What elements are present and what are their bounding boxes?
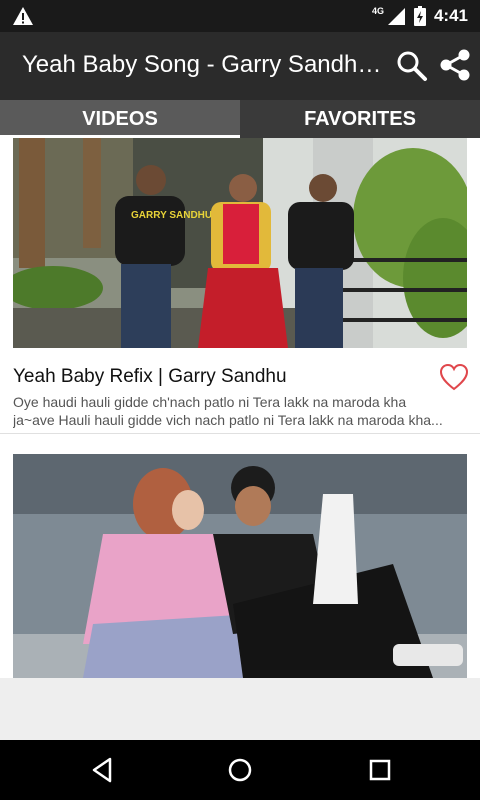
- video-list[interactable]: GARRY SANDHU Yeah Baby Refix | Garry San…: [0, 138, 480, 678]
- video-title[interactable]: Yeah Baby Refix | Garry Sandhu: [13, 366, 433, 388]
- video-card[interactable]: [0, 454, 480, 678]
- status-bar: 4G 4:41: [0, 0, 480, 32]
- video-description: Oye haudi hauli gidde ch'nach patlo ni T…: [13, 393, 465, 429]
- signal-icon: [387, 8, 405, 25]
- network-type: 4G: [371, 6, 384, 16]
- tab-videos[interactable]: VIDEOS: [0, 100, 240, 138]
- home-icon[interactable]: [224, 754, 256, 786]
- video-thumbnail[interactable]: GARRY SANDHU: [13, 138, 467, 348]
- app-title: Yeah Baby Song - Garry Sandhu Songs: [22, 51, 382, 78]
- description-line: Oye haudi hauli gidde ch'nach patlo ni T…: [13, 394, 407, 410]
- app-bar: Yeah Baby Song - Garry Sandhu Songs: [0, 32, 480, 100]
- heart-outline-icon[interactable]: [439, 363, 469, 391]
- navigation-bar: [0, 740, 480, 800]
- description-line: ja~ave Hauli hauli gidde vich nach patlo…: [13, 412, 443, 428]
- clock: 4:41: [433, 6, 468, 25]
- search-icon[interactable]: [396, 50, 428, 82]
- tab-bar: VIDEOS FAVORITES: [0, 100, 480, 138]
- warning-icon: [13, 7, 33, 25]
- share-icon[interactable]: [438, 48, 472, 82]
- video-card[interactable]: GARRY SANDHU Yeah Baby Refix | Garry San…: [0, 138, 480, 434]
- tab-favorites[interactable]: FAVORITES: [240, 100, 480, 138]
- video-thumbnail[interactable]: [13, 454, 467, 678]
- list-footer-space: [0, 678, 480, 740]
- shirt-text: GARRY SANDHU: [131, 210, 212, 221]
- recents-icon[interactable]: [364, 754, 396, 786]
- back-icon[interactable]: [86, 754, 118, 786]
- battery-icon: [413, 6, 426, 26]
